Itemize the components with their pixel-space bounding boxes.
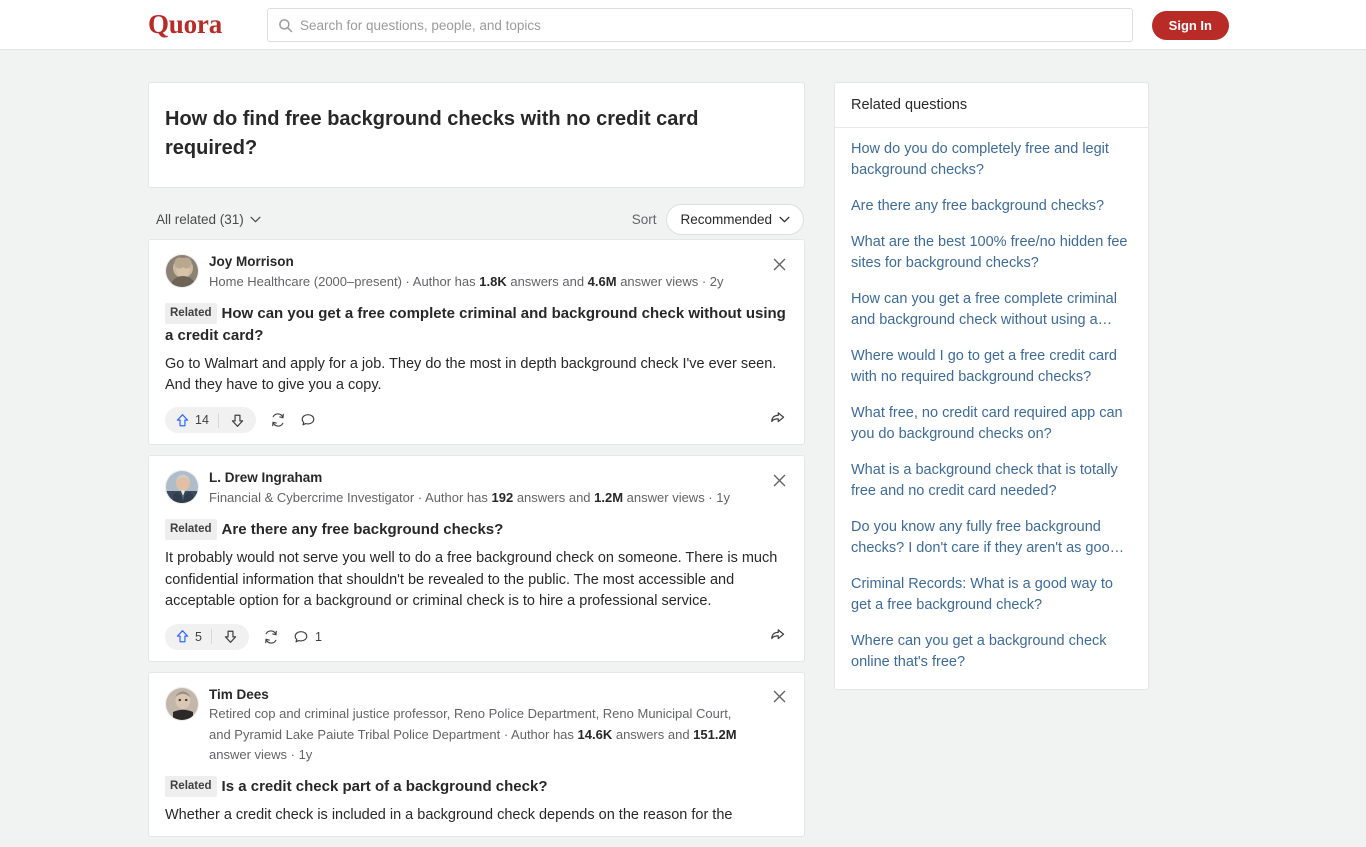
related-question-link[interactable]: Are there any free background checks?: [851, 196, 1132, 217]
related-question-link[interactable]: Do you know any fully free background ch…: [851, 517, 1132, 559]
answer-question-link[interactable]: Related Is a credit check part of a backg…: [165, 775, 788, 798]
related-questions-list: How do you do completely free and legit …: [835, 128, 1148, 689]
share-button[interactable]: [769, 626, 786, 648]
sort-group: Sort Recommended: [631, 203, 804, 235]
answer-actions: 5 1: [165, 623, 788, 651]
answers-count: 1.8K: [479, 273, 507, 289]
main-column: How do find free background checks with …: [148, 82, 805, 847]
related-question-link[interactable]: Where can you get a background check onl…: [851, 631, 1132, 673]
answer-body: Whether a credit check is included in a …: [165, 806, 733, 823]
answer-author-credential: Home Healthcare (2000–present) · Author …: [209, 272, 754, 292]
answer-card: L. Drew Ingraham Financial & Cybercrime …: [148, 455, 805, 662]
upvote-count: 5: [195, 629, 202, 644]
related-question-link[interactable]: How do you do completely free and legit …: [851, 139, 1132, 181]
credential-mid: answers and: [506, 273, 588, 289]
sidebar: Related questions How do you do complete…: [834, 82, 1149, 691]
answer-question-text: How can you get a free complete criminal…: [165, 305, 786, 344]
related-question-link[interactable]: What is a background check that is total…: [851, 460, 1132, 502]
repost-button[interactable]: [263, 629, 279, 645]
related-question-link[interactable]: What free, no credit card required app c…: [851, 403, 1132, 445]
credential-mid: answers and: [612, 726, 694, 742]
close-icon[interactable]: [768, 253, 790, 275]
answer-body: Go to Walmart and apply for a job. They …: [165, 355, 777, 393]
answer-author-meta: Tim Dees Retired cop and criminal justic…: [209, 687, 788, 765]
credential-prefix: Home Healthcare (2000–present) · Author …: [209, 273, 480, 289]
views-count: 151.2M: [693, 726, 737, 742]
page-title: How do find free background checks with …: [165, 108, 699, 159]
views-count: 4.6M: [587, 273, 617, 289]
answer-author-meta: Joy Morrison Home Healthcare (2000–prese…: [209, 254, 788, 292]
related-badge: Related: [165, 303, 217, 324]
answers-count: 14.6K: [577, 726, 613, 742]
related-questions-card: Related questions How do you do complete…: [834, 82, 1149, 691]
answer-header: L. Drew Ingraham Financial & Cybercrime …: [165, 470, 788, 508]
close-icon[interactable]: [768, 469, 790, 491]
question-card: How do find free background checks with …: [148, 82, 805, 188]
share-button[interactable]: [769, 409, 786, 431]
close-icon[interactable]: [768, 686, 790, 708]
all-related-dropdown[interactable]: All related (31): [156, 212, 261, 227]
vote-pill: 5: [165, 623, 249, 650]
sign-in-button[interactable]: Sign In: [1151, 11, 1229, 40]
answer-author-name[interactable]: L. Drew Ingraham: [209, 470, 754, 487]
all-related-label: All related (31): [156, 211, 244, 227]
answer-author-meta: L. Drew Ingraham Financial & Cybercrime …: [209, 470, 788, 508]
answer-header: Joy Morrison Home Healthcare (2000–prese…: [165, 254, 788, 292]
answer-actions: 14: [165, 406, 788, 434]
comment-count: 1: [314, 629, 322, 644]
answer-author-credential: Financial & Cybercrime Investigator · Au…: [209, 488, 754, 508]
search-input[interactable]: [300, 9, 1132, 41]
repost-button[interactable]: [270, 412, 286, 428]
filter-bar: All related (31) Sort Recommended: [148, 199, 805, 239]
page-body: How do find free background checks with …: [0, 50, 1366, 838]
answer-question-text: Is a credit check part of a background c…: [221, 777, 548, 795]
related-question-link[interactable]: What are the best 100% free/no hidden fe…: [851, 232, 1132, 274]
comment-button[interactable]: [300, 412, 322, 428]
avatar[interactable]: [165, 686, 199, 721]
credential-suffix: answer views · 2y: [616, 273, 724, 289]
answer-question-text: Are there any free background checks?: [221, 521, 504, 539]
answer-body: It probably would not serve you well to …: [165, 550, 778, 610]
answer-question-link[interactable]: Related How can you get a free complete c…: [165, 303, 788, 347]
answer-header: Tim Dees Retired cop and criminal justic…: [165, 686, 788, 765]
related-question-link[interactable]: Where would I go to get a free credit ca…: [851, 346, 1132, 388]
avatar[interactable]: [165, 470, 199, 505]
quora-logo[interactable]: Quora: [148, 9, 222, 40]
comment-button[interactable]: 1: [293, 629, 322, 645]
answer-author-name[interactable]: Joy Morrison: [209, 254, 754, 271]
related-questions-title: Related questions: [835, 83, 1148, 128]
credential-prefix: Financial & Cybercrime Investigator · Au…: [209, 490, 492, 506]
credential-suffix: answer views · 1y: [209, 746, 313, 762]
chevron-down-icon: [250, 216, 261, 223]
downvote-button[interactable]: [212, 624, 249, 650]
answers-count: 192: [491, 490, 514, 506]
related-question-link[interactable]: How can you get a free complete criminal…: [851, 289, 1132, 331]
answer-card: Joy Morrison Home Healthcare (2000–prese…: [148, 239, 805, 446]
answer-author-credential: Retired cop and criminal justice profess…: [209, 704, 754, 764]
vote-pill: 14: [165, 407, 256, 434]
answer-author-name[interactable]: Tim Dees: [209, 687, 754, 704]
upvote-count: 14: [195, 413, 209, 428]
sort-value: Recommended: [680, 211, 772, 227]
sort-label: Sort: [631, 211, 657, 227]
upvote-button[interactable]: 5: [165, 624, 211, 650]
answer-question-link[interactable]: Related Are there any free background che…: [165, 519, 788, 541]
sort-dropdown[interactable]: Recommended: [666, 203, 804, 235]
site-header: Quora Sign In: [0, 0, 1366, 50]
related-badge: Related: [165, 519, 217, 541]
answer-card: Tim Dees Retired cop and criminal justic…: [148, 671, 805, 838]
views-count: 1.2M: [594, 490, 624, 506]
upvote-button[interactable]: 14: [165, 407, 218, 433]
credential-suffix: answer views · 1y: [623, 490, 730, 506]
avatar[interactable]: [165, 254, 199, 288]
downvote-button[interactable]: [219, 407, 256, 433]
chevron-down-icon: [779, 216, 790, 223]
credential-mid: answers and: [513, 490, 595, 506]
search-bar[interactable]: [267, 8, 1133, 42]
related-question-link[interactable]: Criminal Records: What is a good way to …: [851, 574, 1132, 616]
search-icon: [278, 18, 293, 33]
related-badge: Related: [165, 775, 217, 797]
